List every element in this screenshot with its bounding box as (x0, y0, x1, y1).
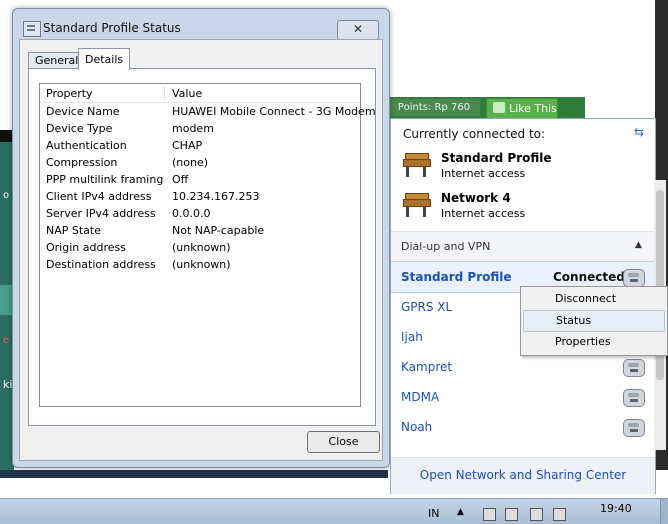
connection-name: Standard Profile (401, 270, 512, 284)
network-status: Internet access (441, 207, 526, 220)
property-cell: Authentication (46, 139, 127, 152)
dialup-phone-icon (623, 359, 645, 377)
like-button-label: Like This (509, 102, 557, 115)
network-sharing-center-link[interactable]: Open Network and Sharing Center (391, 468, 655, 482)
thumbs-up-icon (493, 102, 505, 113)
connected-networks-section: Currently connected to: ⇆ Standard Profi… (391, 119, 655, 231)
value-cell: (unknown) (172, 241, 231, 254)
connection-name: Noah (401, 420, 433, 434)
language-indicator[interactable]: IN (428, 507, 439, 520)
table-row[interactable]: NAP State Not NAP-capable (40, 222, 360, 239)
table-row[interactable]: Authentication CHAP (40, 137, 360, 154)
dialup-phone-icon (623, 269, 645, 287)
dialog-title: Standard Profile Status (43, 21, 181, 35)
table-row[interactable]: PPP multilink framing Off (40, 171, 360, 188)
menu-item-label: Disconnect (555, 292, 617, 305)
flyout-heading: Currently connected to: (403, 127, 546, 141)
menu-item-status[interactable]: Status (523, 310, 665, 332)
table-row[interactable]: Destination address (unknown) (40, 256, 360, 273)
dialup-vpn-section-header[interactable]: Dial-up and VPN ▲ (391, 231, 655, 262)
property-cell: Origin address (46, 241, 126, 254)
properties-list[interactable]: Property Value Device Name HUAWEI Mobile … (39, 83, 376, 407)
public-network-icon (401, 153, 431, 179)
value-cell: 0.0.0.0 (172, 207, 211, 220)
property-cell: Destination address (46, 258, 156, 271)
status-dialog: Standard Profile Status ✕ General Detail… (12, 8, 390, 468)
value-cell: (none) (172, 156, 209, 169)
network-item-standard-profile[interactable]: Standard Profile Internet access (401, 149, 641, 185)
network-status-icon (23, 21, 41, 37)
connection-status: Connected (553, 270, 625, 284)
section-label: Dial-up and VPN (401, 240, 491, 253)
network-item-network-4[interactable]: Network 4 Internet access (401, 189, 641, 225)
menu-item-disconnect[interactable]: Disconnect (523, 289, 663, 309)
close-button[interactable]: Close (307, 431, 380, 453)
show-desktop-button[interactable] (660, 499, 668, 524)
network-status: Internet access (441, 167, 526, 180)
value-cell: (unknown) (172, 258, 231, 271)
property-cell: Client IPv4 address (46, 190, 152, 203)
table-row[interactable]: Device Type modem (40, 120, 360, 137)
menu-item-label: Properties (555, 335, 611, 348)
value-cell: Not NAP-capable (172, 224, 265, 237)
table-row[interactable]: Origin address (unknown) (40, 239, 360, 256)
taskbar: IN ▲ 19:40 (0, 498, 668, 524)
connection-name: GPRS XL (401, 300, 453, 314)
background-footer (0, 470, 388, 478)
refresh-icon[interactable]: ⇆ (634, 125, 648, 139)
column-divider[interactable] (164, 86, 165, 100)
connection-name: Ijah (401, 330, 423, 344)
device-icon[interactable] (505, 508, 518, 521)
connection-context-menu: Disconnect Status Properties (520, 286, 668, 356)
network-name: Network 4 (441, 191, 511, 205)
menu-item-label: Status (556, 314, 592, 327)
list-header: Property Value (40, 84, 360, 103)
public-network-icon (401, 193, 431, 219)
chevron-up-icon[interactable]: ▲ (635, 240, 642, 250)
action-center-icon[interactable] (483, 508, 496, 521)
close-window-button[interactable]: ✕ (337, 20, 379, 40)
connection-item-mdma[interactable]: MDMA (391, 382, 655, 412)
menu-item-properties[interactable]: Properties (523, 332, 663, 352)
connection-name: MDMA (401, 390, 440, 404)
connection-item-kampret[interactable]: Kampret (391, 352, 655, 382)
dialup-phone-icon (623, 419, 645, 437)
dialog-body: General Details Property Value Device Na… (19, 39, 383, 461)
clock-time[interactable]: 19:40 (600, 502, 632, 515)
dialup-phone-icon (623, 389, 645, 407)
table-row[interactable]: Device Name HUAWEI Mobile Connect - 3G Mo… (40, 103, 376, 120)
property-cell: Compression (46, 156, 118, 169)
value-cell: modem (172, 122, 214, 135)
connection-name: Kampret (401, 360, 453, 374)
like-button[interactable]: Like This (486, 98, 558, 119)
network-name: Standard Profile (441, 151, 552, 165)
value-cell: HUAWEI Mobile Connect - 3G Modem (172, 105, 376, 118)
network-tray-icon[interactable] (530, 508, 543, 521)
table-row[interactable]: Compression (none) (40, 154, 360, 171)
background-text-2: e (3, 335, 10, 346)
column-header-property[interactable]: Property (46, 87, 93, 100)
table-row[interactable]: Client IPv4 address 10.234.167.253 (40, 188, 360, 205)
points-badge: Points: Rp 760 (388, 99, 480, 116)
property-cell: Server IPv4 address (46, 207, 156, 220)
property-cell: NAP State (46, 224, 101, 237)
volume-icon[interactable] (553, 508, 566, 521)
value-cell: Off (172, 173, 189, 186)
tab-general[interactable]: General (28, 52, 86, 69)
connection-item-noah[interactable]: Noah (391, 412, 655, 442)
show-hidden-icons-button[interactable]: ▲ (457, 507, 464, 517)
value-cell: CHAP (172, 139, 203, 152)
column-header-value[interactable]: Value (172, 87, 202, 100)
property-cell: Device Type (46, 122, 113, 135)
value-cell: 10.234.167.253 (172, 190, 260, 203)
background-text-1: o (3, 190, 10, 201)
flyout-footer: Open Network and Sharing Center (391, 457, 655, 494)
table-row[interactable]: Server IPv4 address 0.0.0.0 (40, 205, 360, 222)
property-cell: Device Name (46, 105, 120, 118)
property-cell: PPP multilink framing (46, 173, 164, 186)
details-panel: Property Value Device Name HUAWEI Mobile … (28, 68, 376, 426)
tab-details[interactable]: Details (78, 48, 131, 70)
